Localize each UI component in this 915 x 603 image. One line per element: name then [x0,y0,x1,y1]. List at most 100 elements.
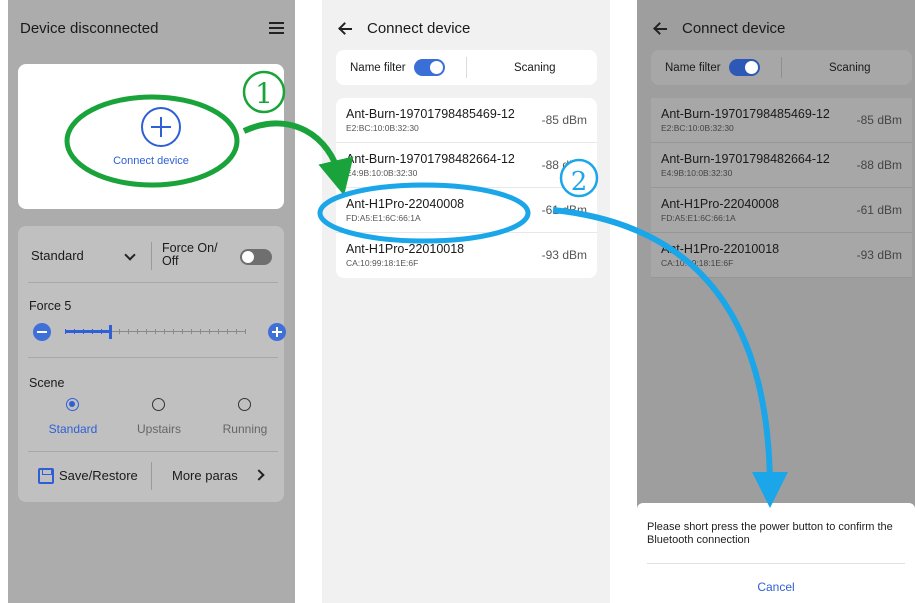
divider [28,357,278,358]
device-row[interactable]: Ant-Burn-19701798485469-12 E2:BC:10:0B:3… [651,98,912,143]
divider [781,57,782,78]
slider-tick [110,329,111,334]
scene-option-label[interactable]: Upstairs [119,422,199,436]
device-mac: E2:BC:10:0B:32:30 [346,123,419,133]
device-mac: E2:BC:10:0B:32:30 [661,123,734,133]
device-mac: FD:A5:E1:6C:66:1A [661,213,736,223]
chevron-right-icon[interactable] [253,469,265,481]
force-level-label: Force 5 [29,299,72,313]
device-row[interactable]: Ant-Burn-19701798482664-12 E4:9B:10:0B:3… [651,143,912,188]
scene-radio-upstairs[interactable] [152,398,165,411]
device-row[interactable]: Ant-H1Pro-22040008 FD:A5:E1:6C:66:1A -61… [651,188,912,233]
device-row[interactable]: Ant-H1Pro-22010018 CA:10:99:18:1E:6F -93… [336,233,597,278]
slider-tick [74,329,75,334]
slider-tick [191,329,192,334]
slider-tick [245,329,246,334]
device-rssi: -88 dBm [541,158,587,172]
slider-tick [182,329,183,334]
device-row[interactable]: Ant-H1Pro-22040008 FD:A5:E1:6C:66:1A -61… [336,188,597,233]
page-title: Connect device [682,20,786,37]
mode-select[interactable]: Standard [31,248,84,263]
device-mac: E4:9B:10:0B:32:30 [346,168,418,178]
slider-tick [218,329,219,334]
force-toggle[interactable] [240,249,272,265]
scan-button[interactable]: Scaning [514,62,556,74]
confirm-connection-screen: Connect device Name filter Scaning Ant-B… [637,0,915,603]
chevron-down-icon[interactable] [124,249,136,261]
slider-tick [200,329,201,334]
connection-status-title: Device disconnected [20,20,159,37]
name-filter-label: Name filter [350,62,406,74]
back-arrow-icon[interactable] [338,22,352,36]
dialog-message: Please short press the power button to c… [647,521,893,546]
slider-tick [173,329,174,334]
device-row[interactable]: Ant-Burn-19701798485469-12 E2:BC:10:0B:3… [336,98,597,143]
control-card: Standard Force On/ Off Force 5 Scene Sta… [18,226,286,502]
device-list: Ant-Burn-19701798485469-12 E2:BC:10:0B:3… [336,98,597,278]
scene-radio-standard[interactable] [66,398,79,411]
device-row[interactable]: Ant-Burn-19701798482664-12 E4:9B:10:0B:3… [336,143,597,188]
main-screen: Device disconnected Connect device Stand… [8,0,295,603]
device-name: Ant-Burn-19701798485469-12 [346,107,515,121]
device-rssi: -85 dBm [856,113,902,127]
divider [28,451,278,452]
back-arrow-icon[interactable] [653,22,667,36]
device-rssi: -93 dBm [541,248,587,262]
connect-device-label[interactable]: Connect device [18,155,284,167]
slider-tick [227,329,228,334]
slider-tick [209,329,210,334]
slider-tick [83,329,84,334]
divider [647,563,905,564]
name-filter-toggle[interactable] [729,59,760,76]
device-name: Ant-Burn-19701798482664-12 [661,152,830,166]
force-increase-button[interactable] [268,323,286,341]
slider-tick [65,329,66,334]
name-filter-label: Name filter [665,62,721,74]
divider [466,57,467,78]
slider-tick [128,329,129,334]
confirm-dialog: Please short press the power button to c… [637,503,915,603]
divider [28,282,278,283]
force-slider[interactable] [65,325,246,339]
slider-tick [146,329,147,334]
divider [151,462,152,490]
device-name: Ant-Burn-19701798482664-12 [346,152,515,166]
device-mac: E4:9B:10:0B:32:30 [661,168,733,178]
menu-icon[interactable] [269,22,284,34]
save-icon[interactable] [38,468,54,484]
scene-option-label[interactable]: Running [205,422,285,436]
device-rssi: -88 dBm [856,158,902,172]
add-circle-icon[interactable] [141,107,181,147]
device-name: Ant-H1Pro-22040008 [346,197,465,211]
force-decrease-button[interactable] [33,323,51,341]
scene-option-label[interactable]: Standard [33,422,113,436]
device-mac: CA:10:99:18:1E:6F [346,258,419,268]
filter-bar: Name filter Scaning [651,50,912,85]
save-restore-button[interactable]: Save/Restore [59,468,138,483]
slider-fill [65,330,110,333]
more-params-button[interactable]: More paras [172,468,238,483]
name-filter-toggle[interactable] [414,59,445,76]
slider-tick [164,329,165,334]
scene-radio-running[interactable] [238,398,251,411]
connect-device-screen: Connect device Name filter Scaning Ant-B… [322,0,610,603]
slider-tick [155,329,156,334]
device-name: Ant-Burn-19701798485469-12 [661,107,830,121]
device-mac: CA:10:99:18:1E:6F [661,258,734,268]
page-title: Connect device [367,20,471,37]
device-rssi: -61 dBm [541,203,587,217]
device-name: Ant-H1Pro-22010018 [661,242,780,256]
divider [151,242,152,270]
device-rssi: -61 dBm [856,203,902,217]
connect-device-card[interactable]: Connect device [18,64,284,209]
scan-button[interactable]: Scaning [829,62,871,74]
filter-bar: Name filter Scaning [336,50,597,85]
slider-tick [92,329,93,334]
slider-tick [137,329,138,334]
slider-tick [119,329,120,334]
device-name: Ant-H1Pro-22010018 [346,242,465,256]
device-row[interactable]: Ant-H1Pro-22010018 CA:10:99:18:1E:6F -93… [651,233,912,278]
device-mac: FD:A5:E1:6C:66:1A [346,213,421,223]
cancel-button[interactable]: Cancel [637,580,915,594]
device-rssi: -85 dBm [541,113,587,127]
